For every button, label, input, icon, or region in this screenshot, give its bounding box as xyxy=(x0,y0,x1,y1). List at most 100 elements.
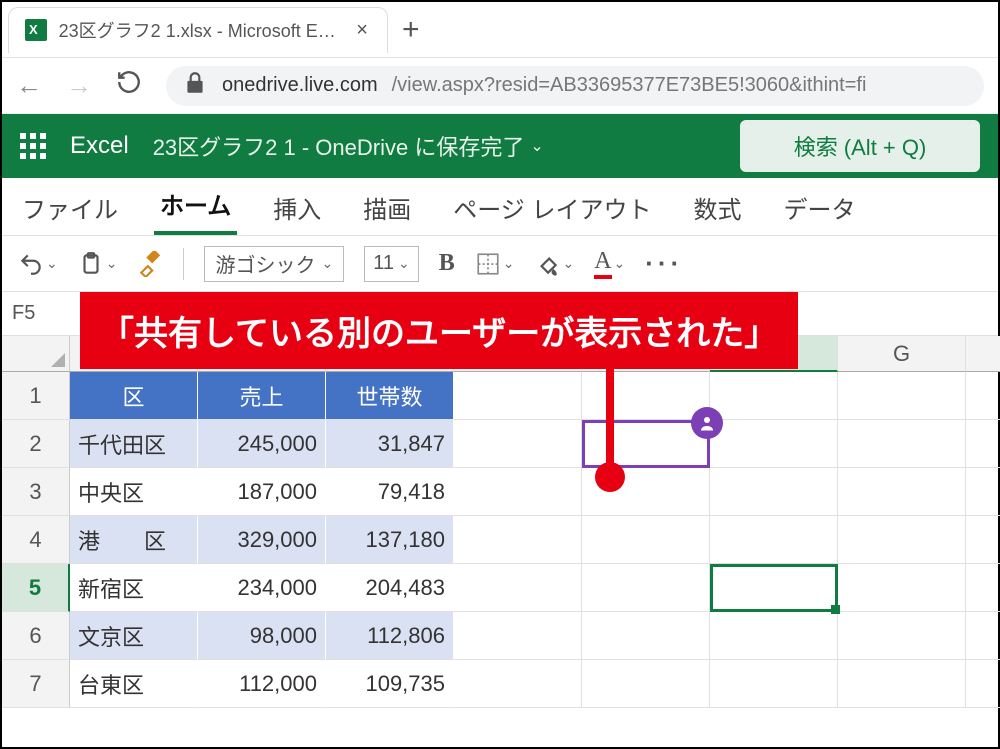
cell-d3[interactable] xyxy=(454,468,582,516)
borders-button[interactable]: ⌄ xyxy=(475,251,515,277)
cell-d6[interactable] xyxy=(454,612,582,660)
row-header-1[interactable]: 1 xyxy=(2,372,70,420)
more-commands-button[interactable]: ··· xyxy=(645,248,683,279)
cell-e4[interactable] xyxy=(582,516,710,564)
cell-f4[interactable] xyxy=(710,516,838,564)
cell-sales[interactable]: 245,000 xyxy=(198,420,326,468)
cell-h1[interactable] xyxy=(966,372,1000,420)
cell-ward[interactable]: 中央区 xyxy=(70,468,198,516)
cell-ward[interactable]: 千代田区 xyxy=(70,420,198,468)
cell-g4[interactable] xyxy=(838,516,966,564)
ribbon-tab-formulas[interactable]: 数式 xyxy=(687,180,747,235)
undo-icon xyxy=(18,251,44,277)
ribbon-tab-home[interactable]: ホーム xyxy=(154,176,237,235)
undo-button[interactable]: ⌄ xyxy=(18,251,58,277)
search-box[interactable]: 検索 (Alt + Q) xyxy=(740,120,980,172)
row-header-2[interactable]: 2 xyxy=(2,420,70,468)
cell-h3[interactable] xyxy=(966,468,1000,516)
reload-button[interactable] xyxy=(116,69,142,102)
cell-households[interactable]: 112,806 xyxy=(326,612,454,660)
table-header-households[interactable]: 世帯数 xyxy=(326,372,454,420)
cell-e2[interactable] xyxy=(582,420,710,468)
cell-d5[interactable] xyxy=(454,564,582,612)
cell-e6[interactable] xyxy=(582,612,710,660)
close-tab-icon[interactable]: × xyxy=(353,21,371,39)
cell-h4[interactable] xyxy=(966,516,1000,564)
cell-e7[interactable] xyxy=(582,660,710,708)
select-all-corner[interactable] xyxy=(2,336,70,372)
ribbon-tab-pagelayout[interactable]: ページ レイアウト xyxy=(447,180,657,235)
paste-button[interactable]: ⌄ xyxy=(78,251,118,277)
back-button[interactable]: ← xyxy=(16,70,42,101)
chevron-down-icon: ⌄ xyxy=(46,255,58,272)
col-header-g[interactable]: G xyxy=(838,336,966,372)
new-tab-button[interactable]: + xyxy=(402,13,420,47)
cell-h2[interactable] xyxy=(966,420,1000,468)
cell-d2[interactable] xyxy=(454,420,582,468)
row-header-3[interactable]: 3 xyxy=(2,468,70,516)
col-header-h[interactable]: H xyxy=(966,336,1000,372)
cell-sales[interactable]: 234,000 xyxy=(198,564,326,612)
cell-g1[interactable] xyxy=(838,372,966,420)
row-header-7[interactable]: 7 xyxy=(2,660,70,708)
cell-g2[interactable] xyxy=(838,420,966,468)
address-bar[interactable]: onedrive.live.com/view.aspx?resid=AB3369… xyxy=(166,66,984,106)
row-header-4[interactable]: 4 xyxy=(2,516,70,564)
ribbon-tab-file[interactable]: ファイル xyxy=(16,180,124,235)
cell-h6[interactable] xyxy=(966,612,1000,660)
cell-ward[interactable]: 台東区 xyxy=(70,660,198,708)
font-family-select[interactable]: 游ゴシック ⌄ xyxy=(204,246,344,282)
browser-tab[interactable]: 23区グラフ2 1.xlsx - Microsoft Exce × xyxy=(8,7,388,53)
annotation-leader-line xyxy=(606,352,614,472)
url-host: onedrive.live.com xyxy=(222,74,378,97)
cell-households[interactable]: 204,483 xyxy=(326,564,454,612)
cell-f7[interactable] xyxy=(710,660,838,708)
cell-d4[interactable] xyxy=(454,516,582,564)
cell-f6[interactable] xyxy=(710,612,838,660)
app-launcher-icon[interactable] xyxy=(20,133,46,159)
cell-g6[interactable] xyxy=(838,612,966,660)
cell-ward[interactable]: 文京区 xyxy=(70,612,198,660)
cell-d1[interactable] xyxy=(454,372,582,420)
cell-households[interactable]: 137,180 xyxy=(326,516,454,564)
cell-h7[interactable] xyxy=(966,660,1000,708)
forward-button[interactable]: → xyxy=(66,70,92,101)
fill-color-button[interactable]: ⌄ xyxy=(534,251,574,277)
cell-e1[interactable] xyxy=(582,372,710,420)
cell-f1[interactable] xyxy=(710,372,838,420)
format-painter-button[interactable] xyxy=(137,251,163,277)
font-size-select[interactable]: 11 ⌄ xyxy=(364,246,419,282)
cell-d7[interactable] xyxy=(454,660,582,708)
cell-g3[interactable] xyxy=(838,468,966,516)
cell-sales[interactable]: 112,000 xyxy=(198,660,326,708)
row-header-6[interactable]: 6 xyxy=(2,612,70,660)
cell-ward[interactable]: 新宿区 xyxy=(70,564,198,612)
file-save-status[interactable]: 23区グラフ2 1 - OneDrive に保存完了 ⌄ xyxy=(153,130,544,162)
cell-f5[interactable] xyxy=(710,564,838,612)
ribbon-tab-draw[interactable]: 描画 xyxy=(357,180,417,235)
cell-sales[interactable]: 329,000 xyxy=(198,516,326,564)
cell-ward[interactable]: 港 区 xyxy=(70,516,198,564)
cell-g7[interactable] xyxy=(838,660,966,708)
bold-button[interactable]: B xyxy=(439,250,455,277)
cell-h5[interactable] xyxy=(966,564,1000,612)
font-color-button[interactable]: A ⌄ xyxy=(594,248,625,279)
cell-households[interactable]: 79,418 xyxy=(326,468,454,516)
ribbon-tab-data[interactable]: データ xyxy=(777,180,861,235)
excel-favicon-icon xyxy=(25,19,47,41)
ribbon-tab-insert[interactable]: 挿入 xyxy=(267,180,327,235)
cell-sales[interactable]: 98,000 xyxy=(198,612,326,660)
cell-f2[interactable] xyxy=(710,420,838,468)
name-box[interactable]: F5 xyxy=(2,302,70,325)
font-name-value: 游ゴシック xyxy=(215,249,315,278)
cell-households[interactable]: 109,735 xyxy=(326,660,454,708)
table-header-ward[interactable]: 区 xyxy=(70,372,198,420)
cell-households[interactable]: 31,847 xyxy=(326,420,454,468)
cell-sales[interactable]: 187,000 xyxy=(198,468,326,516)
table-header-sales[interactable]: 売上 xyxy=(198,372,326,420)
row-header-5[interactable]: 5 xyxy=(2,564,70,612)
cell-g5[interactable] xyxy=(838,564,966,612)
cell-e5[interactable] xyxy=(582,564,710,612)
cell-f3[interactable] xyxy=(710,468,838,516)
table-row: 文京区 98,000 112,806 xyxy=(70,612,1000,660)
